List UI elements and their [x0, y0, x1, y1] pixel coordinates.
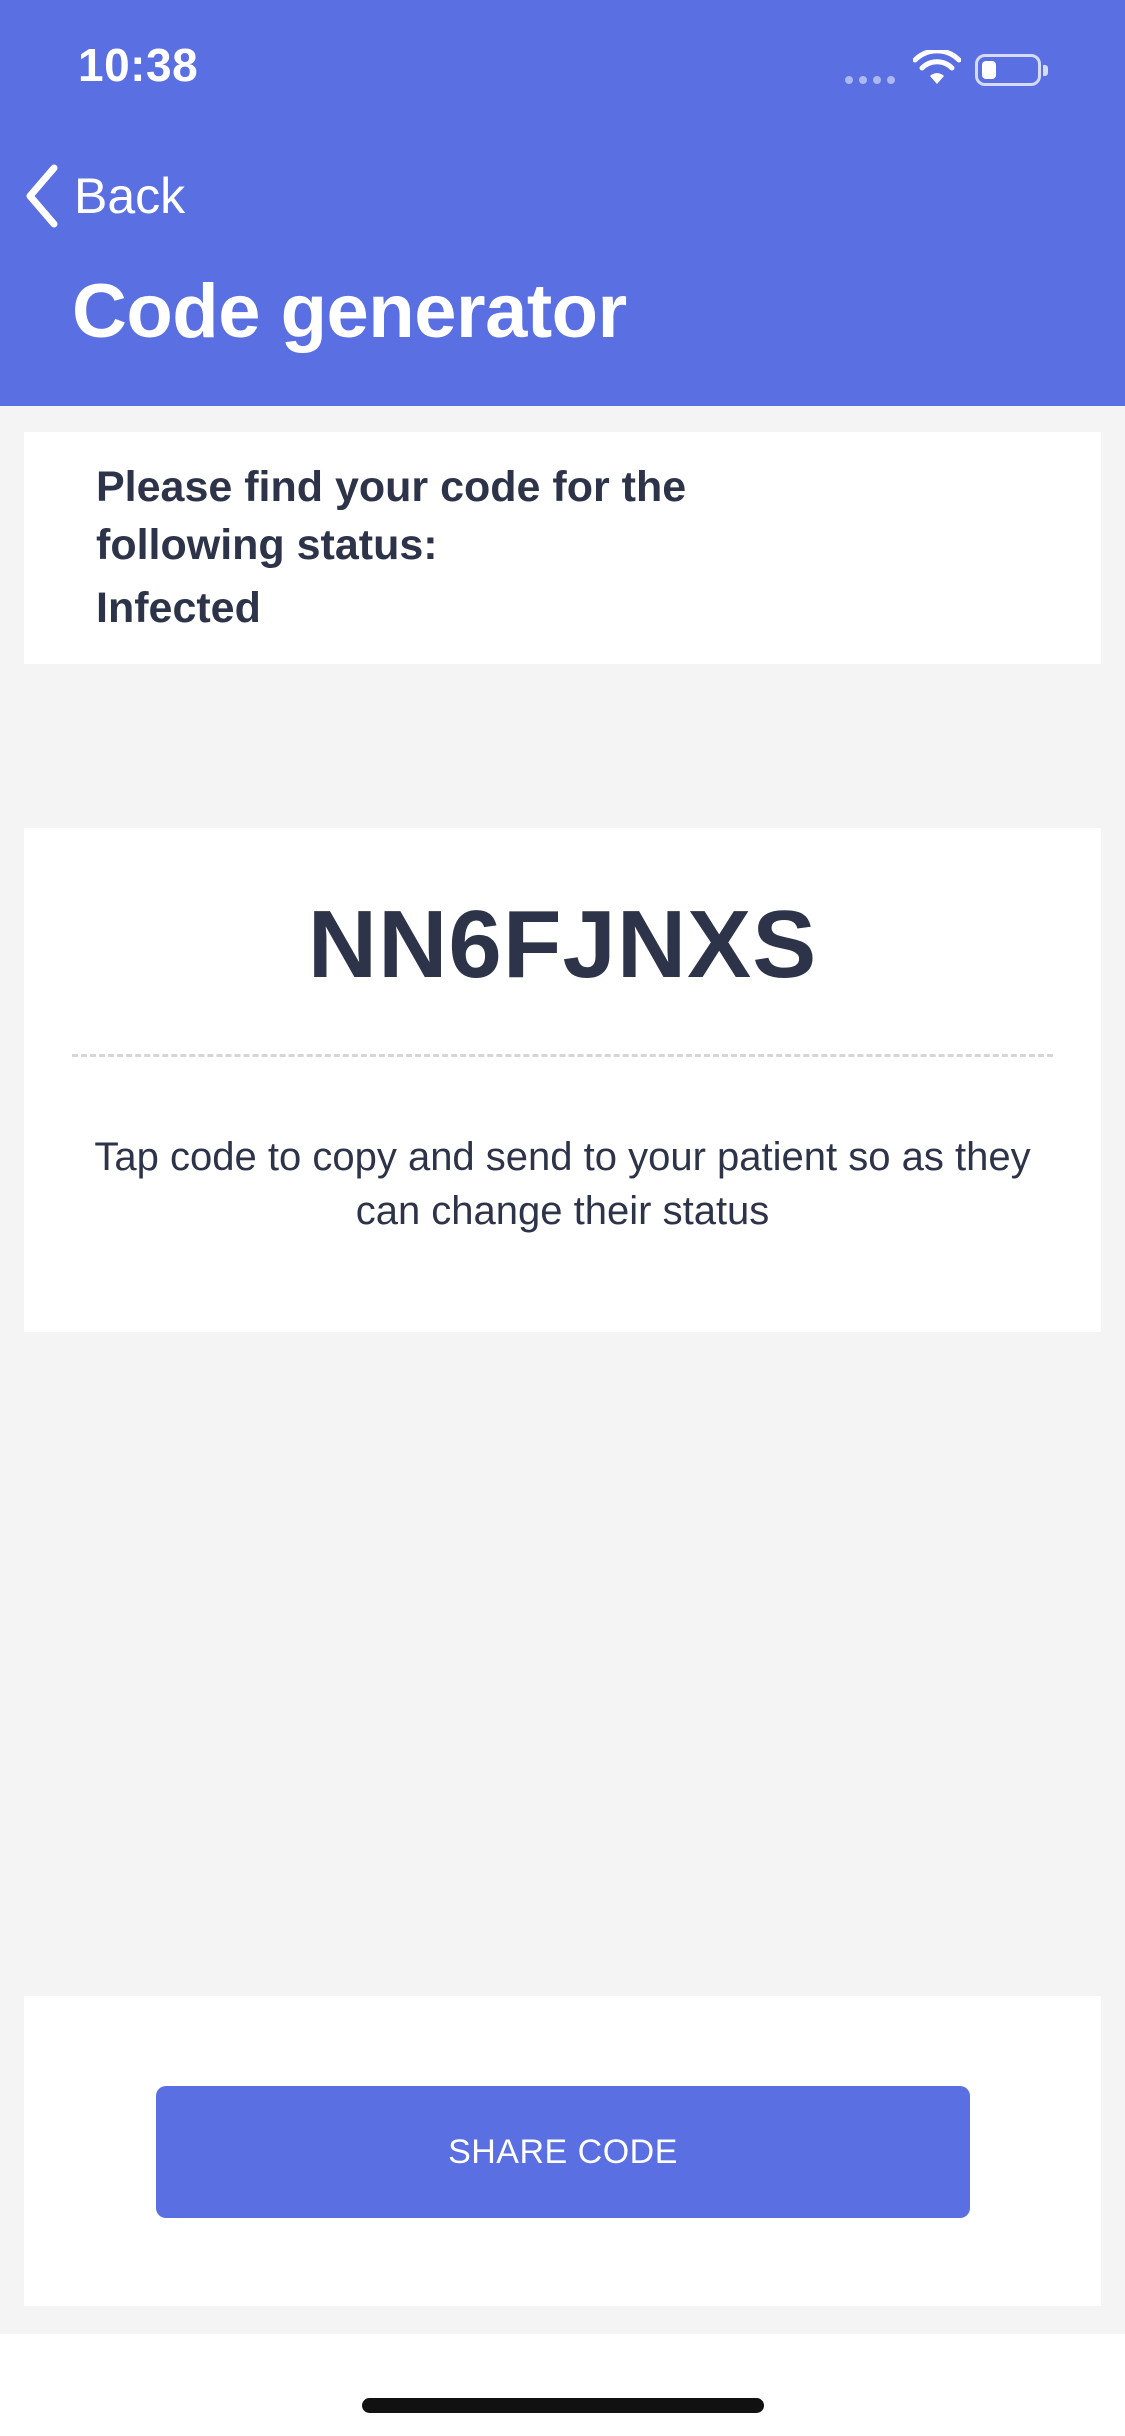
status-time: 10:38: [78, 39, 199, 91]
status-value: Infected: [96, 584, 261, 632]
copy-hint: Tap code to copy and send to your patien…: [94, 1135, 1031, 1233]
screen: 10:38 Back Code generator Please find yo…: [0, 0, 1125, 2436]
signal-icon: [845, 76, 895, 84]
action-card: SHARE CODE: [24, 1996, 1101, 2306]
status-icons: [845, 50, 1085, 90]
header: 10:38 Back Code generator: [0, 0, 1125, 406]
divider: [72, 1054, 1053, 1057]
status-card: Please find your code for the following …: [24, 432, 1101, 664]
home-indicator[interactable]: [362, 2398, 764, 2413]
battery-icon: [975, 54, 1048, 86]
back-label: Back: [74, 168, 186, 224]
wifi-icon: [913, 50, 961, 84]
code-card: NN6FJNXS Tap code to copy and send to yo…: [24, 828, 1101, 1332]
status-prompt: Please find your code for the following …: [96, 463, 687, 569]
generated-code[interactable]: NN6FJNXS: [24, 890, 1101, 1000]
share-code-button[interactable]: SHARE CODE: [156, 2086, 970, 2218]
back-button[interactable]: Back: [22, 160, 185, 232]
bottom-area: [0, 2334, 1125, 2436]
page-title: Code generator: [72, 269, 627, 354]
chevron-left-icon: [26, 164, 58, 228]
